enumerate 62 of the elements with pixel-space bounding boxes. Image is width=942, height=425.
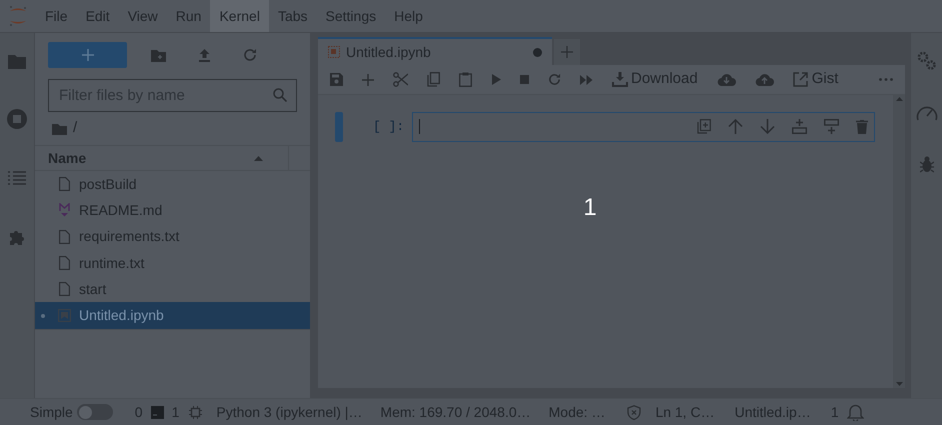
- file-name: Untitled.ipynb: [79, 306, 164, 326]
- new-folder-icon[interactable]: [151, 48, 166, 62]
- run-icon[interactable]: [491, 74, 501, 85]
- folder-icon[interactable]: [8, 53, 26, 69]
- save-icon[interactable]: [330, 73, 343, 86]
- plus-icon: [561, 46, 573, 58]
- upload-icon[interactable]: [198, 48, 211, 62]
- arrow-up-icon[interactable]: [728, 119, 743, 134]
- stop-icon[interactable]: [520, 75, 529, 84]
- scrollbar[interactable]: [893, 95, 905, 388]
- code-cell-input[interactable]: [412, 112, 875, 142]
- copy-icon[interactable]: [427, 72, 440, 87]
- delete-icon[interactable]: [856, 120, 868, 134]
- cell-collapser[interactable]: [335, 112, 343, 142]
- notebook-icon: [328, 46, 340, 58]
- terminal-icon[interactable]: [150, 406, 164, 418]
- cell-prompt: [ ]:: [373, 118, 404, 136]
- menu-item[interactable]: Kernel: [210, 0, 269, 32]
- duplicate-icon[interactable]: [697, 119, 711, 134]
- simple-mode-toggle[interactable]: [76, 404, 113, 420]
- stop-circle-icon[interactable]: [7, 109, 27, 129]
- bell-icon[interactable]: [846, 403, 864, 421]
- new-tab-button[interactable]: [554, 39, 580, 65]
- paste-icon[interactable]: [459, 72, 472, 87]
- notebook-icon: [58, 309, 70, 322]
- external-link-icon: [792, 72, 808, 87]
- cloud-download-icon[interactable]: [716, 73, 736, 86]
- file-icon: [58, 230, 70, 244]
- scroll-up-icon[interactable]: [896, 97, 902, 101]
- folder-icon[interactable]: [52, 122, 67, 134]
- list-icon[interactable]: [8, 171, 26, 185]
- search-icon: [273, 88, 287, 102]
- insert-below-icon[interactable]: [824, 119, 839, 134]
- shield-icon[interactable]: [627, 404, 642, 420]
- sort-ascending-icon: [254, 156, 263, 160]
- logo-icon[interactable]: [8, 5, 28, 27]
- breadcrumb-path[interactable]: /: [73, 117, 78, 140]
- file-icon: [58, 177, 70, 192]
- arrow-down-icon[interactable]: [760, 119, 775, 134]
- new-launcher-button[interactable]: [48, 42, 127, 68]
- more-icon[interactable]: [879, 78, 893, 81]
- plus-icon: [82, 49, 94, 61]
- step-number: 1: [583, 193, 597, 223]
- refresh-icon[interactable]: [243, 48, 257, 62]
- bug-icon[interactable]: [920, 156, 934, 173]
- scroll-down-icon[interactable]: [896, 382, 902, 386]
- markdown-icon: [58, 203, 70, 218]
- fast-forward-icon[interactable]: [580, 74, 593, 84]
- resize-handle[interactable]: [310, 33, 318, 398]
- chip-icon[interactable]: [189, 406, 202, 418]
- insert-above-icon[interactable]: [792, 119, 807, 134]
- file-icon: [58, 256, 70, 270]
- file-row[interactable]: Untitled.ipynb: [35, 302, 310, 329]
- gears-icon[interactable]: [917, 51, 936, 70]
- cloud-upload-icon[interactable]: [754, 73, 774, 86]
- restart-icon[interactable]: [548, 73, 561, 86]
- gauge-icon[interactable]: [916, 104, 938, 122]
- text-cursor: [419, 119, 420, 134]
- download-icon: [612, 72, 628, 87]
- cut-icon[interactable]: [393, 72, 408, 87]
- plus-icon[interactable]: [362, 74, 374, 86]
- file-icon: [58, 282, 70, 296]
